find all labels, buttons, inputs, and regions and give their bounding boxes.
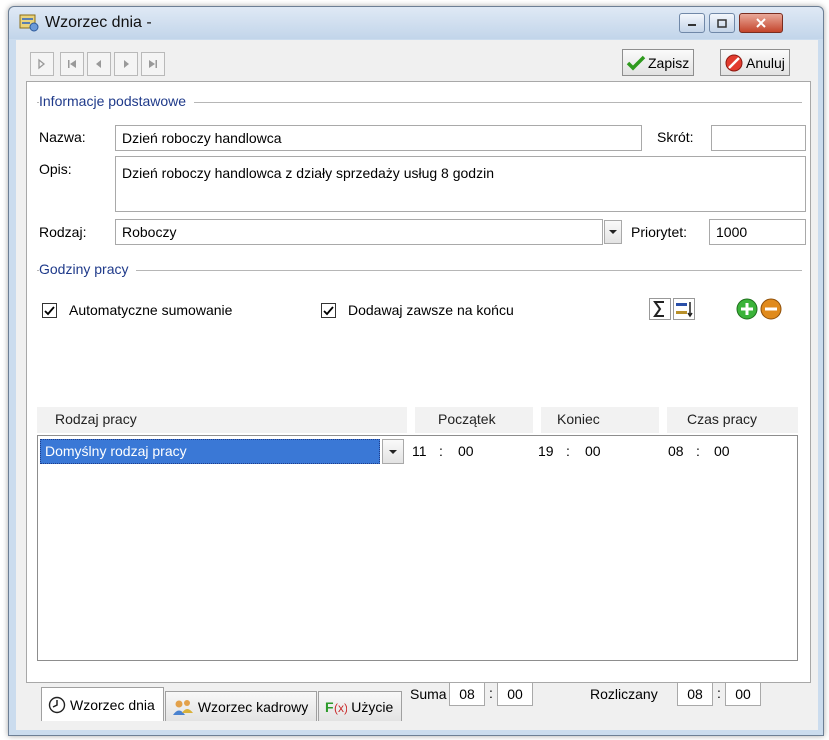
type-dropdown-button[interactable] [604,220,622,244]
append-at-end-label: Dodawaj zawsze na końcu [348,302,514,318]
svg-text:(x): (x) [334,701,347,715]
column-header-end[interactable]: Koniec [557,411,600,427]
last-record-icon [149,60,157,68]
first-record-button[interactable] [60,52,84,76]
window-content: Zapisz Anuluj Informacje podstawowe Nazw… [16,40,818,730]
window-title: Wzorzec dnia - [45,14,152,31]
tab-day-pattern[interactable]: Wzorzec dnia [41,687,164,721]
sum-icon[interactable] [649,298,671,320]
cancel-button[interactable]: Anuluj [720,49,790,76]
duration-hour[interactable]: 08 [668,443,684,459]
column-header-start[interactable]: Początek [438,411,496,427]
previous-record-button[interactable] [87,52,111,76]
type-label: Rodzaj: [39,224,87,240]
name-field[interactable]: Dzień roboczy handlowca [115,125,642,151]
chevron-down-icon [389,449,397,454]
time-separator: : [696,443,700,459]
clock-icon [48,696,66,713]
description-label: Opis: [39,161,72,177]
time-separator: : [717,685,721,701]
column-separator [659,407,667,433]
append-at-end-checkbox[interactable] [321,303,336,318]
tab-staff-pattern[interactable]: Wzorzec kadrowy [164,691,318,721]
next-record-button[interactable] [114,52,138,76]
function-icon: F (x) [325,699,347,715]
minimize-icon [688,24,696,26]
start-hour[interactable]: 11 [412,443,427,459]
basic-info-section-title: Informacje podstawowe [39,93,195,109]
checkmark-icon [626,55,646,70]
settled-hours-field[interactable]: 08 [677,682,713,706]
first-record-icon [68,60,76,68]
duration-minute[interactable]: 00 [714,443,730,459]
tab-label: Użycie [351,698,394,715]
priority-label: Priorytet: [631,224,688,240]
people-icon [172,699,193,715]
record-navigation [30,52,168,76]
tab-bar: Wzorzec dnia Wzorzec kadrowy F (x) Użycie [41,687,403,721]
grid-header: Rodzaj pracy Początek Koniec Czas pracy [37,407,798,433]
type-select[interactable]: Roboczy [115,219,603,245]
column-header-work-type[interactable]: Rodzaj pracy [55,411,137,427]
title-bar[interactable]: Wzorzec dnia - [9,7,823,39]
remove-row-icon[interactable] [760,298,782,320]
sum-label: Suma [410,686,447,702]
working-hours-grid: Domyślny rodzaj pracy 11 : 00 19 : 00 08… [37,435,798,661]
close-button[interactable] [739,13,783,33]
sum-hours-field[interactable]: 08 [449,682,485,706]
form-panel: Informacje podstawowe Nazwa: Dzień roboc… [26,81,811,706]
name-label: Nazwa: [39,129,86,145]
recalculate-icon[interactable] [673,298,695,320]
tab-label: Wzorzec dnia [70,696,155,713]
maximize-button[interactable] [709,13,735,33]
maximize-icon [717,18,727,28]
column-header-duration[interactable]: Czas pracy [687,411,757,427]
save-label: Zapisz [648,54,690,71]
next-record-icon [124,60,129,68]
description-field[interactable]: Dzień roboczy handlowca z działy sprzeda… [115,156,806,212]
time-separator: : [566,443,570,459]
start-minute[interactable]: 00 [458,443,474,459]
check-icon [44,305,55,315]
time-separator: : [489,685,493,701]
time-separator: : [439,443,443,459]
previous-record-icon [96,60,101,68]
svg-text:F: F [325,699,334,715]
work-type-dropdown-button[interactable] [382,439,404,464]
cancel-label: Anuluj [746,54,785,71]
check-icon [323,305,334,315]
short-field[interactable] [711,125,806,151]
auto-sum-checkbox[interactable] [42,303,57,318]
add-row-icon[interactable] [736,298,758,320]
sum-minutes-field[interactable]: 00 [497,682,533,706]
settled-minutes-field[interactable]: 00 [725,682,761,706]
save-button[interactable]: Zapisz [622,49,695,76]
minimize-button[interactable] [679,13,705,33]
work-type-select[interactable]: Domyślny rodzaj pracy [40,439,380,464]
app-icon [19,14,39,32]
section-divider [37,270,802,271]
new-record-button[interactable] [30,52,54,76]
column-separator [407,407,415,433]
settled-label: Rozliczany [590,686,658,702]
window: Wzorzec dnia - Zapisz Anuluj Informacje … [8,6,824,736]
priority-field[interactable]: 1000 [709,219,806,245]
close-icon [756,18,766,28]
auto-sum-label: Automatyczne sumowanie [69,302,233,318]
new-record-icon [38,58,46,70]
tab-usage[interactable]: F (x) Użycie [318,691,403,721]
working-hours-section-title: Godziny pracy [39,261,137,277]
short-label: Skrót: [657,129,694,145]
end-hour[interactable]: 19 [538,443,554,459]
cancel-icon [725,54,743,71]
end-minute[interactable]: 00 [585,443,601,459]
last-record-button[interactable] [141,52,165,76]
chevron-down-icon [609,230,617,234]
column-separator [533,407,541,433]
tab-label: Wzorzec kadrowy [197,698,309,715]
